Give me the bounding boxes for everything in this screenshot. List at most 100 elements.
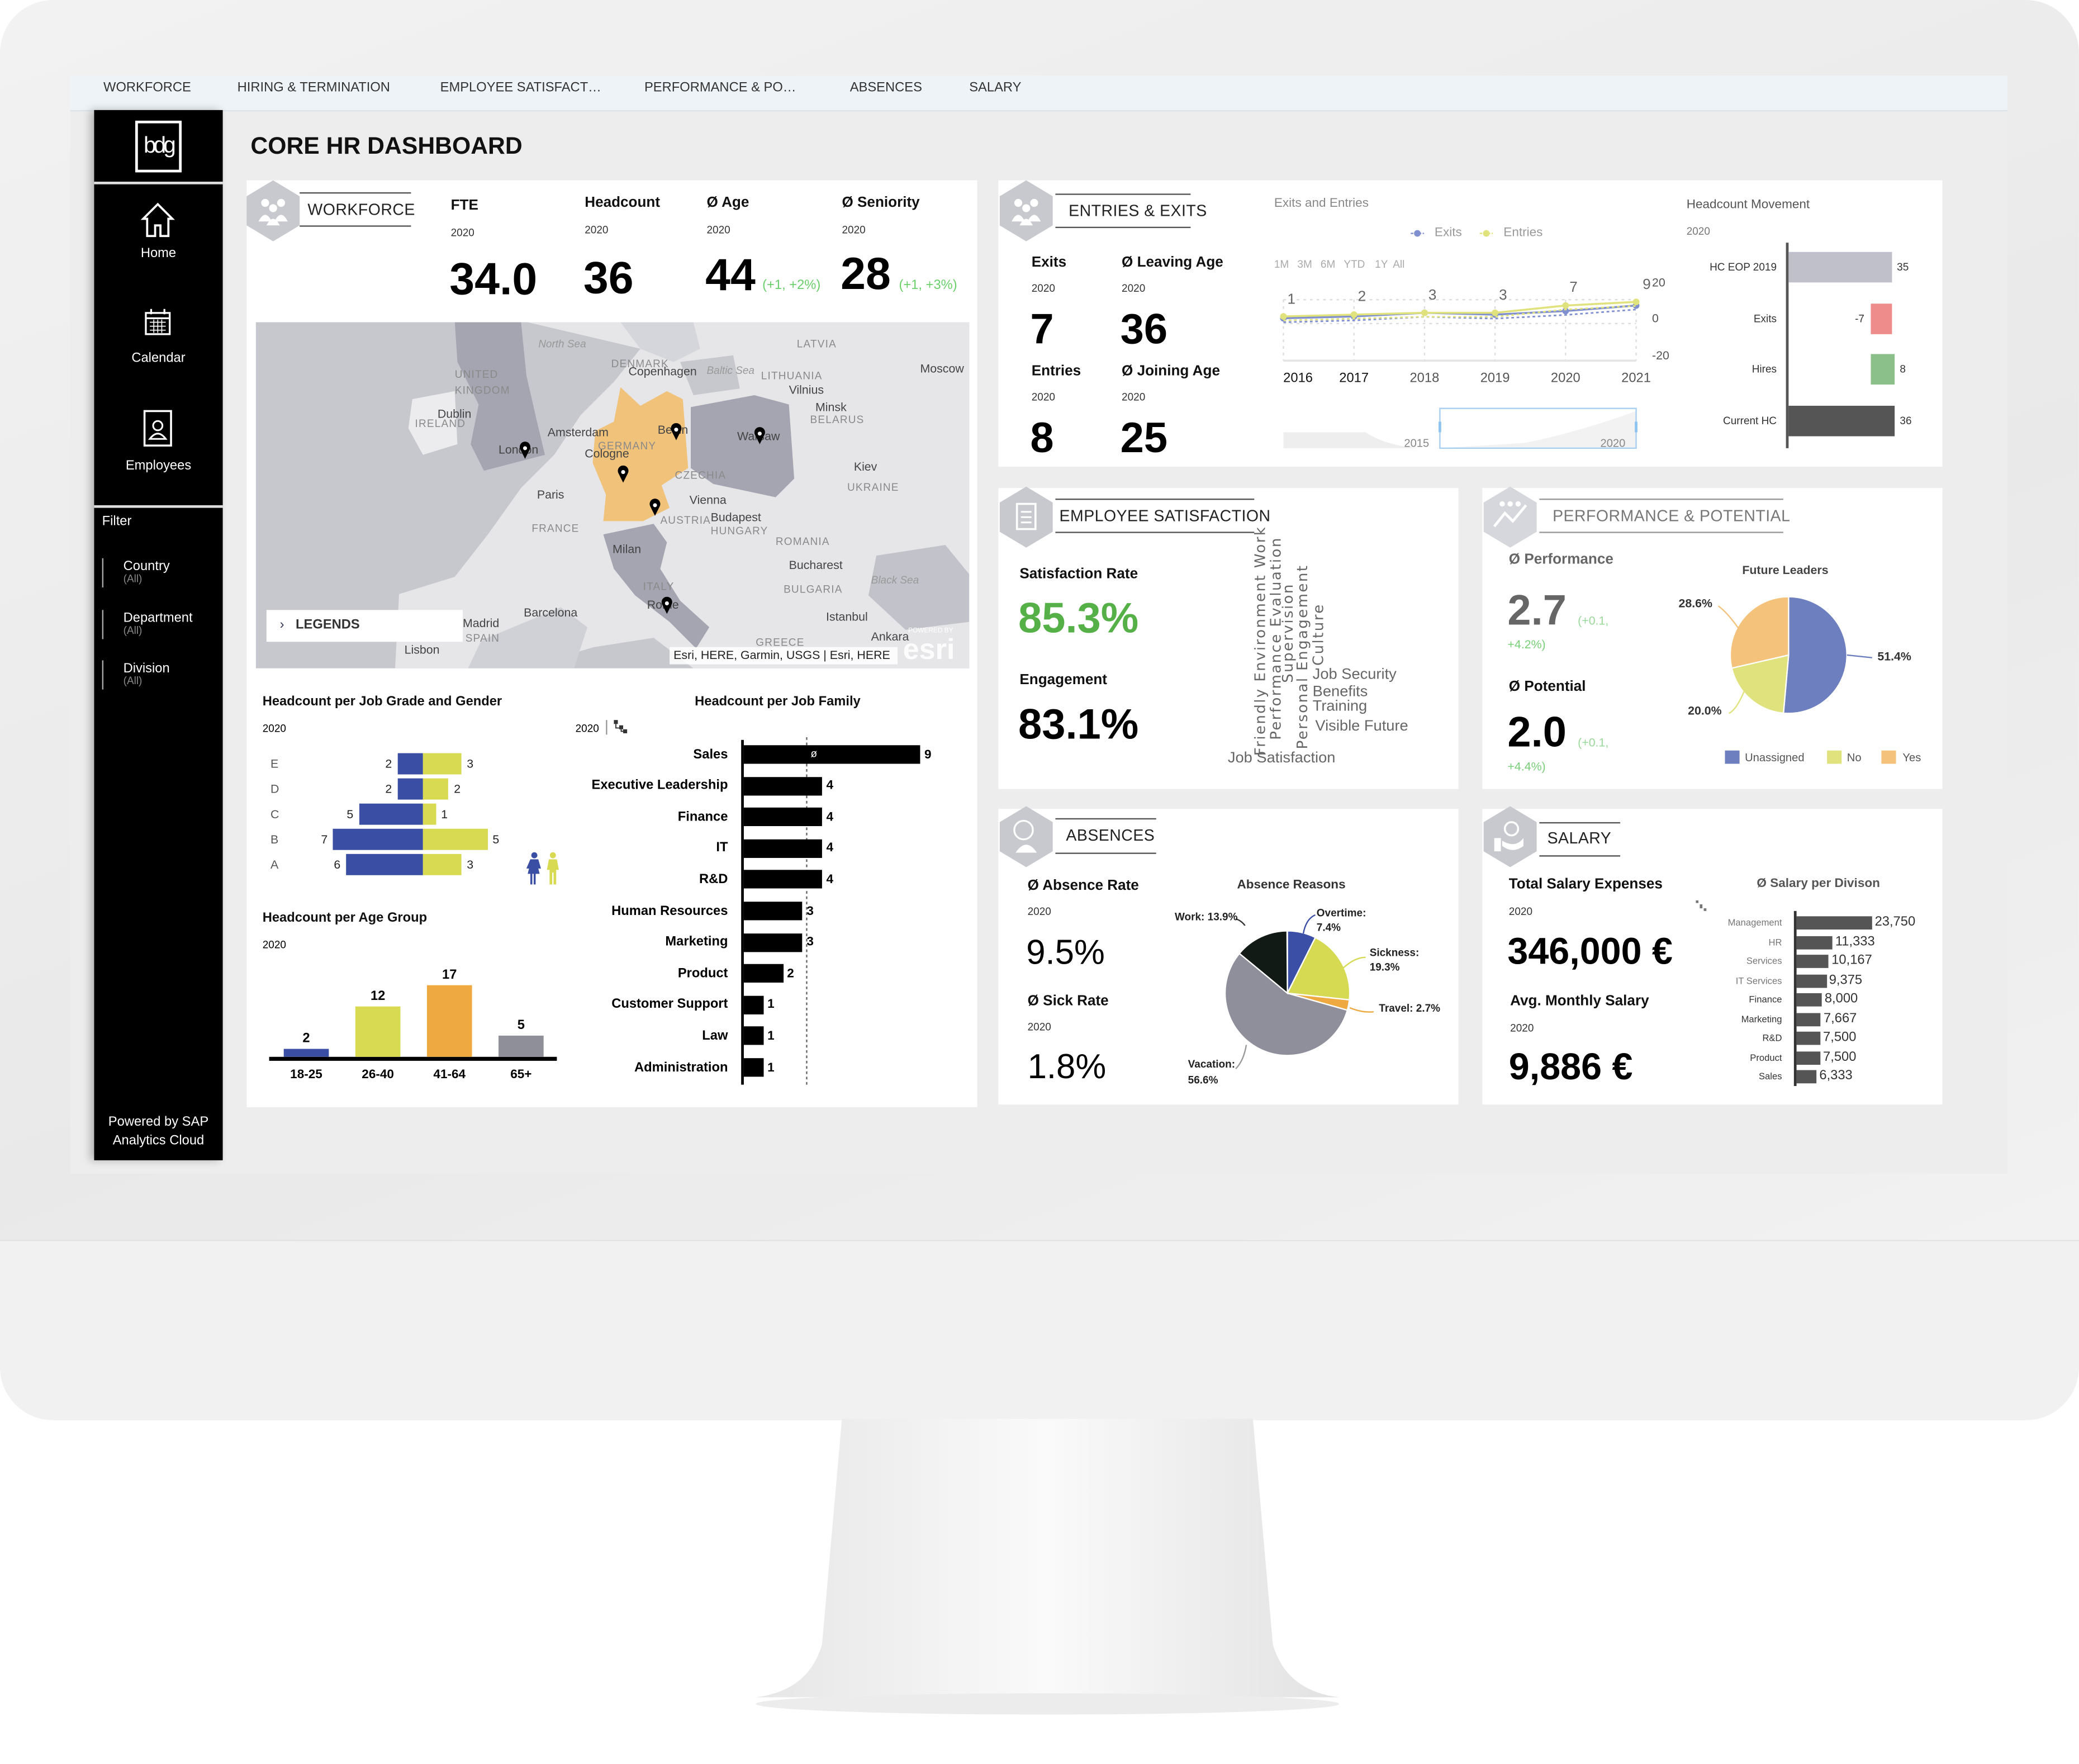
waterfall-category: Current HC (1723, 414, 1777, 426)
map-city-label: Copenhagen (628, 364, 697, 378)
age-bar (283, 1048, 329, 1057)
bar-label-male: 2 (385, 782, 392, 796)
salary-division-label: HR (1768, 938, 1782, 948)
employee-badge-icon[interactable] (142, 409, 174, 448)
range-button[interactable]: 1M (1274, 259, 1289, 271)
tab-workforce[interactable]: WORKFORCE (103, 82, 191, 96)
word-cloud-word: Training (1312, 699, 1368, 715)
satisfaction-rate-value: 85.3% (1018, 594, 1139, 642)
map-city-label: Minsk (815, 400, 847, 414)
age-group-chart-year: 2020 (262, 938, 286, 951)
absence-reasons-title: Absence Reasons (1237, 878, 1346, 893)
filter-value: (All) (123, 675, 143, 687)
x-tick-label: 2020 (1550, 371, 1580, 386)
map-city-label: Budapest (710, 510, 761, 524)
salary-value-label: 7,500 (1823, 1049, 1857, 1064)
job-family-label: Sales (693, 747, 728, 762)
age-value-label: 5 (517, 1018, 525, 1033)
home-icon[interactable] (140, 202, 175, 239)
divider (606, 720, 607, 735)
job-family-label: Customer Support (611, 997, 728, 1012)
age-group-chart-title: Headcount per Age Group (262, 911, 428, 926)
sick-rate-label: Ø Sick Rate (1027, 993, 1109, 1009)
salary-division-label: Management (1727, 919, 1782, 928)
salary-division-label: Services (1746, 957, 1782, 967)
range-button[interactable]: 6M (1321, 259, 1335, 271)
salary-bar (1796, 1031, 1821, 1045)
sidebar-item-calendar[interactable]: Calendar (94, 352, 222, 366)
salary-division-title: Ø Salary per Divison (1757, 876, 1880, 892)
word-cloud-word: Job Security (1312, 667, 1397, 683)
logo[interactable]: bdg (135, 120, 182, 173)
tab-absences[interactable]: ABSENCES (850, 82, 922, 96)
absence-rate-label: Ø Absence Rate (1027, 878, 1139, 894)
job-family-chart-title: Headcount per Job Family (695, 695, 861, 710)
map-city-label: Paris (537, 488, 564, 501)
tab-hiring-termination[interactable]: HIRING & TERMINATION (238, 82, 390, 96)
waterfall-value: 35 (1897, 261, 1909, 273)
header-rule (1055, 499, 1255, 500)
age-value-label: 17 (442, 967, 457, 982)
age-category-label: 65+ (510, 1067, 532, 1082)
job-family-label: Law (702, 1028, 728, 1044)
pie-data-label: 28.6% (1678, 596, 1713, 610)
y-tick-label: -20 (1652, 348, 1669, 362)
map-legends-button[interactable]: › LEGENDS (266, 610, 463, 642)
pie-data-label: Work: 13.9% (1174, 911, 1238, 923)
x-tick-label: 2018 (1409, 371, 1440, 386)
navigator-label: 2020 (1600, 436, 1626, 450)
salary-bar (1796, 1012, 1821, 1026)
bar-female (423, 778, 449, 800)
range-button[interactable]: All (1393, 259, 1404, 271)
total-salary-label: Total Salary Expenses (1508, 876, 1663, 893)
job-family-label: Marketing (665, 935, 728, 950)
word-cloud-word: Visible Future (1315, 718, 1408, 735)
salary-title: SALARY (1547, 828, 1612, 847)
kpi-age-value: 44 (705, 250, 756, 301)
filter-division[interactable]: Division (All) (102, 660, 216, 690)
filter-department[interactable]: Department (All) (102, 610, 216, 639)
tab-salary[interactable]: SALARY (969, 82, 1021, 96)
sidebar-item-home[interactable]: Home (94, 247, 222, 262)
tab-performance-potential[interactable]: PERFORMANCE & PO… (644, 82, 796, 96)
calendar-icon[interactable] (143, 307, 172, 336)
kpi-joining-age-value: 25 (1120, 414, 1168, 462)
waterfall-bar (1871, 354, 1895, 385)
job-family-chart-year: 2020 (575, 722, 599, 735)
range-button[interactable]: 3M (1297, 259, 1312, 271)
job-family-value: 4 (826, 809, 834, 824)
legend-label: Unassigned (1745, 750, 1805, 764)
pie-data-label: 19.3% (1369, 961, 1400, 974)
salary-division-label: Product (1750, 1053, 1782, 1063)
map-country-label: GERMANY (597, 440, 657, 452)
filter-country[interactable]: Country (All) (102, 558, 216, 587)
job-family-label: Human Resources (611, 903, 728, 918)
tab-employee-satisfaction[interactable]: EMPLOYEE SATISFACT… (440, 82, 601, 96)
job-family-value: 4 (826, 872, 834, 887)
range-button[interactable]: 1Y (1375, 259, 1388, 271)
sidebar-item-employees[interactable]: Employees (94, 459, 222, 473)
pie-data-label: 7.4% (1316, 921, 1341, 934)
job-family-label: Administration (634, 1060, 728, 1075)
kpi-fte-value: 34.0 (449, 254, 538, 305)
engagement-label: Engagement (1019, 672, 1107, 689)
x-tick-label: 2017 (1339, 371, 1369, 386)
filter-label: Department (123, 611, 193, 626)
map-city-label: Vienna (689, 493, 727, 507)
job-family-value: 3 (806, 903, 814, 918)
data-label: 7 (1569, 280, 1578, 297)
job-family-bar (743, 808, 823, 827)
waterfall-category: Exits (1753, 312, 1777, 325)
bar-female (423, 853, 462, 875)
salary-value-label: 8,000 (1824, 992, 1858, 1007)
range-button[interactable]: YTD (1344, 259, 1365, 271)
page-title: CORE HR DASHBOARD (250, 132, 523, 159)
hierarchy-drill-icon[interactable] (613, 719, 628, 734)
word-cloud-word: Supervision (1279, 583, 1297, 683)
sick-rate-value: 1.8% (1027, 1046, 1107, 1086)
hierarchy-drill-icon[interactable] (1696, 900, 1709, 914)
y-tick-label: 20 (1652, 276, 1665, 290)
salary-value-label: 23,750 (1874, 914, 1916, 930)
map-city-label: London (499, 443, 539, 457)
map-country-label: LATVIA (796, 338, 837, 350)
